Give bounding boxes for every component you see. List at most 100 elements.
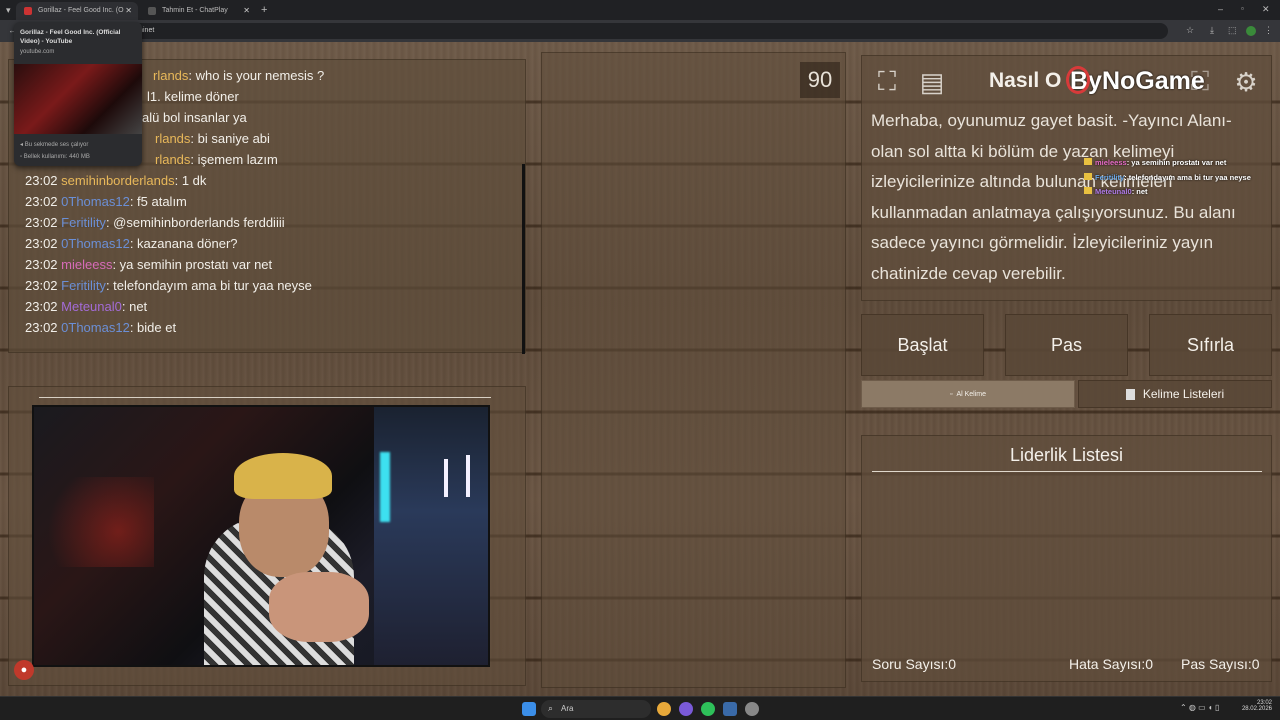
tab-hover-card: Gorillaz - Feel Good Inc. (Official Vide…	[14, 22, 142, 166]
divider	[872, 471, 1262, 472]
word-lists-label: Kelime Listeleri	[1142, 387, 1225, 401]
extensions-icon[interactable]: ⬚	[1228, 25, 1237, 36]
overlay-chat-text: : net	[1131, 187, 1148, 196]
tab-search-icon[interactable]: ▾	[6, 5, 11, 16]
leaderboard-title: Liderlik Listesi	[1009, 445, 1124, 465]
bookmark-star-icon[interactable]: ☆	[1186, 25, 1194, 36]
pass-button[interactable]: Pas	[1005, 314, 1128, 376]
taskbar-search-label: Ara	[561, 704, 574, 713]
chat-message: 23:02 Feritility: @semihinborderlands fe…	[25, 215, 285, 230]
game-page: rlands: who is your nemesis ? l1. kelime …	[0, 42, 1280, 696]
chrome-icon[interactable]	[657, 702, 671, 716]
new-tab-icon[interactable]: +	[261, 4, 267, 16]
get-word-button[interactable]: ▫ Al Kelime	[861, 380, 1075, 408]
chat-time: 23:02	[25, 278, 62, 293]
word-icon: ▫	[949, 390, 953, 398]
chat-message: 23:02 semihinborderlands: 1 dk	[25, 173, 206, 188]
fullscreen-icon[interactable]: ⛶	[869, 64, 905, 100]
chat-message: 23:02 Meteunal0: net	[25, 299, 147, 314]
tab-close-icon[interactable]: ✕	[243, 6, 250, 15]
expand-icon[interactable]: ⛶	[1182, 64, 1218, 100]
chat-username[interactable]: Meteunal0	[61, 299, 122, 314]
chat-time: 23:02	[25, 320, 62, 335]
windows-taskbar: ⌕ Ara ⌃ ◍ ▭ ◖ ▯ 23:02 28.02.2026	[0, 696, 1280, 720]
document-icon[interactable]: ▤	[914, 64, 950, 100]
memory-status: ▫ Bellek kullanımı: 440 MB	[20, 154, 90, 160]
download-icon[interactable]: ⤓	[1210, 25, 1214, 36]
record-icon[interactable]: ●	[14, 660, 34, 680]
overlay-chat-username: Feritility	[1095, 172, 1125, 182]
chat-username[interactable]: 0Thomas12	[61, 194, 130, 209]
chat-text: : işemem lazım	[190, 152, 278, 167]
tab-youtube[interactable]: Gorillaz - Feel Good Inc. (O ✕	[16, 2, 138, 20]
beanie	[234, 453, 332, 499]
reset-button[interactable]: Sıfırla	[1149, 314, 1272, 376]
clock-date: 28.02.2026	[1241, 706, 1272, 712]
chat-username[interactable]: rlands	[155, 152, 190, 167]
chat-text: : f5 atalım	[129, 194, 187, 209]
chat-username[interactable]: mieleess	[61, 257, 112, 272]
chat-time: 23:02	[25, 236, 62, 251]
chat-username[interactable]: 0Thomas12	[61, 236, 130, 251]
chat-message: 23:02 mieleess: ya semihin prostatı var …	[25, 257, 272, 272]
chat-username[interactable]: 0Thomas12	[61, 320, 130, 335]
video-thumbnail	[14, 64, 142, 134]
audio-status-text: Bu sekmede ses çalıyor	[24, 142, 89, 148]
search-icon: ⌕	[548, 703, 554, 713]
error-count: Hata Sayısı:0	[1069, 656, 1154, 672]
tab-close-icon[interactable]: ✕	[125, 6, 132, 15]
start-button[interactable]: Başlat	[861, 314, 984, 376]
chat-username[interactable]: semihinborderlands	[61, 173, 174, 188]
app-icon[interactable]	[679, 702, 693, 716]
chat-time: 23:02	[25, 173, 62, 188]
overlay-chat-message: Feritility: telefondayım ama bi tur yaa …	[1084, 171, 1274, 186]
word-lists-button[interactable]: Kelime Listeleri	[1078, 380, 1272, 408]
maximize-icon[interactable]: ▫	[1241, 4, 1244, 13]
chat-username[interactable]: Feritility	[61, 278, 106, 293]
overlay-chat-message: Meteunal0: net	[1084, 185, 1274, 200]
tab-tahminet[interactable]: Tahmin Et - ChatPlay ✕	[140, 2, 256, 20]
steam-icon[interactable]	[723, 702, 737, 716]
brand-logo-mark	[1066, 66, 1090, 94]
badge-icon	[1084, 172, 1092, 180]
close-window-icon[interactable]: ✕	[1262, 4, 1270, 15]
minimize-icon[interactable]: –	[1218, 4, 1223, 14]
clock[interactable]: 23:02 28.02.2026	[1238, 700, 1272, 712]
spotify-icon[interactable]	[701, 702, 715, 716]
led-light	[466, 455, 470, 497]
profile-avatar[interactable]	[1246, 26, 1256, 36]
taskbar-search[interactable]: ⌕ Ara	[541, 700, 651, 718]
overlay-chat-text: : ya semihin prostatı var net	[1126, 158, 1227, 167]
audio-status: ◂ Bu sekmede ses çalıyor	[20, 141, 88, 148]
person-hand	[269, 572, 369, 642]
chat-username[interactable]: Feritility	[61, 215, 106, 230]
game-title: Nasıl O	[989, 69, 1062, 92]
chat-message: alü bol insanlar ya	[142, 110, 247, 125]
chat-time: 23:02	[25, 194, 62, 209]
chatplay-favicon-icon	[148, 7, 156, 15]
browser-tab-bar: ▾ Gorillaz - Feel Good Inc. (O ✕ Tahmin …	[0, 0, 1280, 20]
chat-username[interactable]: rlands	[155, 131, 190, 146]
chat-text: : net	[121, 299, 148, 314]
chat-text: : kazanana döner?	[129, 236, 238, 251]
overlay-chat-username: mieleess	[1095, 158, 1127, 167]
chat-scrollbar[interactable]	[522, 164, 525, 354]
menu-icon[interactable]: ⋮	[1264, 25, 1273, 36]
chat-text: : who is your nemesis ?	[188, 68, 325, 83]
chat-text: l1. kelime döner	[147, 89, 239, 104]
memory-status-text: Bellek kullanımı: 440 MB	[23, 154, 90, 160]
pass-count: Pas Sayısı:0	[1181, 656, 1260, 672]
hover-card-site: youtube.com	[20, 49, 55, 55]
overlay-chat-text: : telefondayım ama bi tur yaa neyse	[1124, 172, 1251, 182]
settings-gear-icon[interactable]: ⚙	[1228, 64, 1264, 100]
obs-icon[interactable]	[745, 702, 759, 716]
chat-username[interactable]: rlands	[153, 68, 188, 83]
tab-tahminet-title: Tahmin Et - ChatPlay	[162, 7, 228, 14]
led-light	[444, 459, 448, 497]
start-windows-icon[interactable]	[522, 702, 536, 716]
chat-time: 23:02	[25, 215, 62, 230]
cyan-light	[380, 452, 390, 522]
chat-message: rlands: who is your nemesis ?	[153, 68, 324, 83]
url-field[interactable]: s/tahminet	[118, 23, 1168, 39]
tray-icons[interactable]: ⌃ ◍ ▭ ◖ ▯	[1180, 703, 1219, 712]
